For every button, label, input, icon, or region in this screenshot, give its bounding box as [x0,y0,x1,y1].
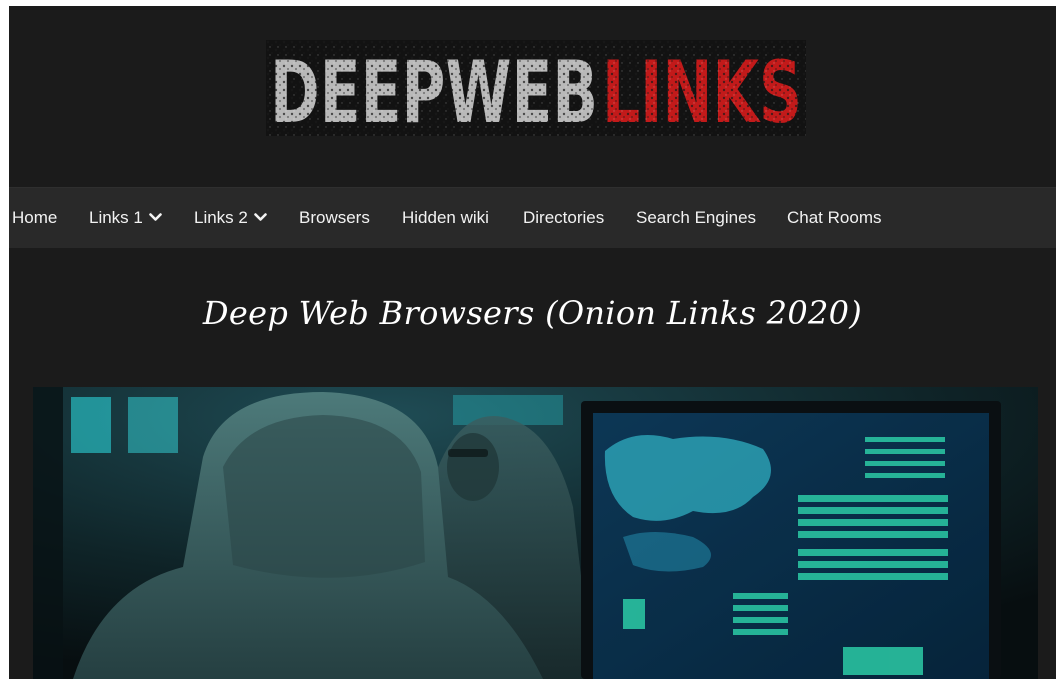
chevron-down-icon [149,187,162,247]
nav-item-label: Links 1 [89,208,143,227]
hero-image [33,387,1038,679]
nav-item-label: Search Engines [636,208,757,227]
nav-item-chat-rooms[interactable]: Chat Rooms [787,188,881,248]
site-logo[interactable]: DEEPWEB LINKS [266,40,806,136]
nav-item-label: Home [12,208,58,227]
nav-item-label: Hidden wiki [402,208,489,227]
main-navigation: Home Links 1 Links 2 Browsers Hidden wik… [9,187,1056,248]
chevron-down-icon [254,187,267,247]
nav-item-label: Links 2 [194,208,248,227]
nav-item-links-2[interactable]: Links 2 [194,188,267,248]
page-title: Deep Web Browsers (Onion Links 2020) [202,294,863,332]
page: DEEPWEB LINKS Home Links 1 Links 2 Brows… [9,6,1056,679]
nav-item-label: Directories [523,208,605,227]
nav-item-label: Chat Rooms [787,208,882,227]
site-logo-graphic: DEEPWEB LINKS [266,40,806,136]
nav-item-hidden-wiki[interactable]: Hidden wiki [402,188,489,248]
nav-item-directories[interactable]: Directories [523,188,604,248]
nav-item-label: Browsers [299,208,370,227]
site-header: DEEPWEB LINKS [9,6,1056,187]
nav-item-browsers[interactable]: Browsers [299,188,370,248]
nav-item-links-1[interactable]: Links 1 [89,188,162,248]
nav-item-home[interactable]: Home [12,188,57,248]
title-area: Deep Web Browsers (Onion Links 2020) [9,248,1056,387]
nav-item-search-engines[interactable]: Search Engines [636,188,756,248]
hooded-hacker-at-computer-image [33,387,1038,679]
